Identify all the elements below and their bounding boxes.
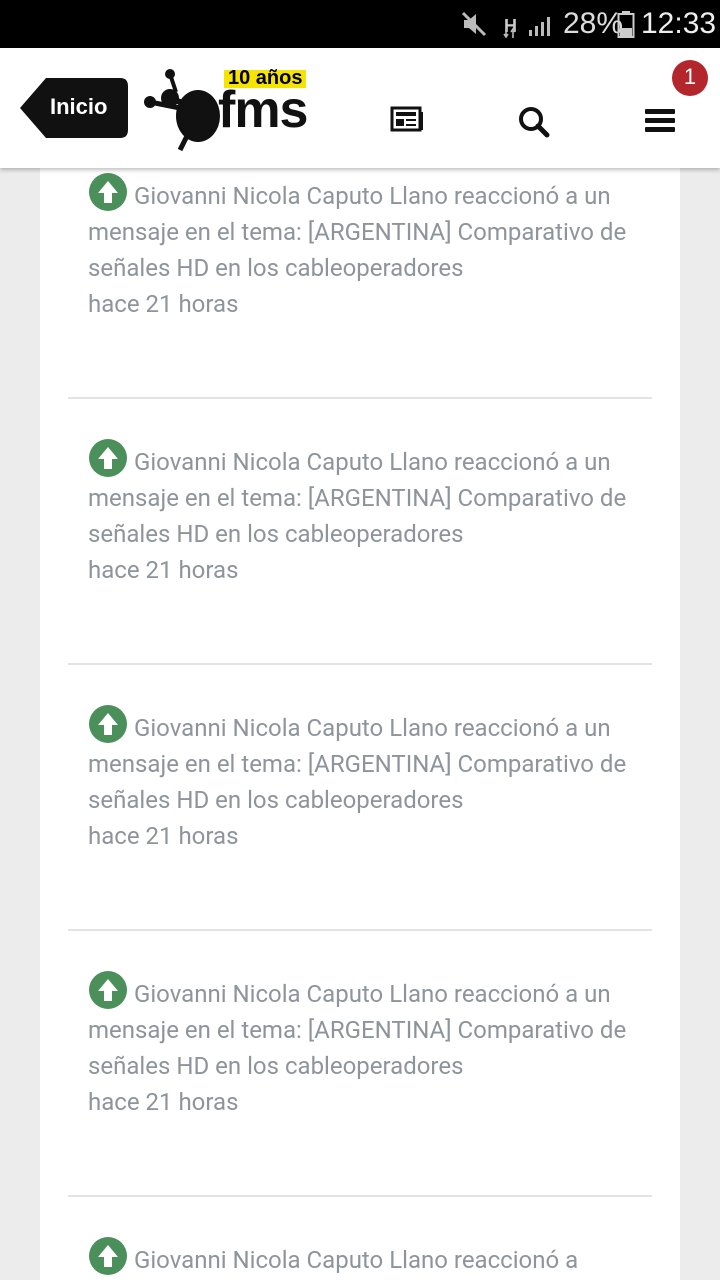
feed-item-text: Giovanni Nicola Caputo Llano reaccionó a… (68, 438, 652, 588)
feed-actor[interactable]: Giovanni Nicola Caputo Llano (134, 1246, 448, 1274)
feed-action: reaccionó a (447, 1246, 579, 1274)
feed-item[interactable]: Giovanni Nicola Caputo Llano reaccionó a… (68, 438, 652, 588)
clock: 12:33 (641, 7, 717, 40)
activity-feed: Giovanni Nicola Caputo Llano reaccionó a… (40, 168, 680, 1280)
feed-item[interactable]: Giovanni Nicola Caputo Llano reaccionó a… (68, 172, 652, 322)
feed-actor[interactable]: Giovanni Nicola Caputo Llano (134, 182, 448, 210)
reaction-up-icon (89, 439, 127, 477)
feed-item[interactable]: Giovanni Nicola Caputo Llano reaccionó a… (68, 704, 652, 854)
feed-item-text: Giovanni Nicola Caputo Llano reaccionó a… (68, 970, 652, 1120)
feed-item-text: Giovanni Nicola Caputo Llano reaccionó a (68, 1236, 652, 1278)
divider (68, 663, 652, 665)
feed-item[interactable]: Giovanni Nicola Caputo Llano reaccionó a… (68, 970, 652, 1120)
feed-actor[interactable]: Giovanni Nicola Caputo Llano (134, 714, 448, 742)
feed-item-text: Giovanni Nicola Caputo Llano reaccionó a… (68, 172, 652, 322)
news-icon[interactable] (390, 106, 424, 132)
feed-time: hace 21 horas (88, 290, 239, 318)
feed-item[interactable]: Giovanni Nicola Caputo Llano reaccionó a (68, 1236, 652, 1278)
feed-item-text: Giovanni Nicola Caputo Llano reaccionó a… (68, 704, 652, 854)
notification-badge[interactable]: 1 (672, 60, 708, 96)
feed-time: hace 21 horas (88, 1088, 239, 1116)
reaction-up-icon (89, 705, 127, 743)
search-icon[interactable] (518, 106, 550, 138)
status-bar: H 28% 12:33 (0, 0, 720, 48)
signal-icon (529, 17, 550, 36)
reaction-up-icon (89, 971, 127, 1009)
site-header: Inicio 10 años fms 1 (0, 48, 720, 168)
feed-actor[interactable]: Giovanni Nicola Caputo Llano (134, 980, 448, 1008)
mute-icon (461, 11, 487, 37)
menu-icon[interactable] (645, 108, 675, 134)
site-logo[interactable]: 10 años fms (140, 68, 320, 152)
reaction-up-icon (89, 1237, 127, 1275)
logo-wordmark: fms (218, 81, 308, 139)
home-button-label: Inicio (50, 94, 108, 119)
logo-bug-icon (144, 69, 220, 152)
divider (68, 929, 652, 931)
battery-icon (617, 11, 635, 38)
home-button[interactable]: Inicio (20, 78, 128, 138)
feed-actor[interactable]: Giovanni Nicola Caputo Llano (134, 448, 448, 476)
feed-time: hace 21 horas (88, 556, 239, 584)
data-arrows-icon (503, 27, 516, 39)
feed-time: hace 21 horas (88, 822, 239, 850)
divider (68, 1195, 652, 1197)
reaction-up-icon (89, 173, 127, 211)
battery-percent: 28% (563, 7, 624, 40)
divider (68, 397, 652, 399)
